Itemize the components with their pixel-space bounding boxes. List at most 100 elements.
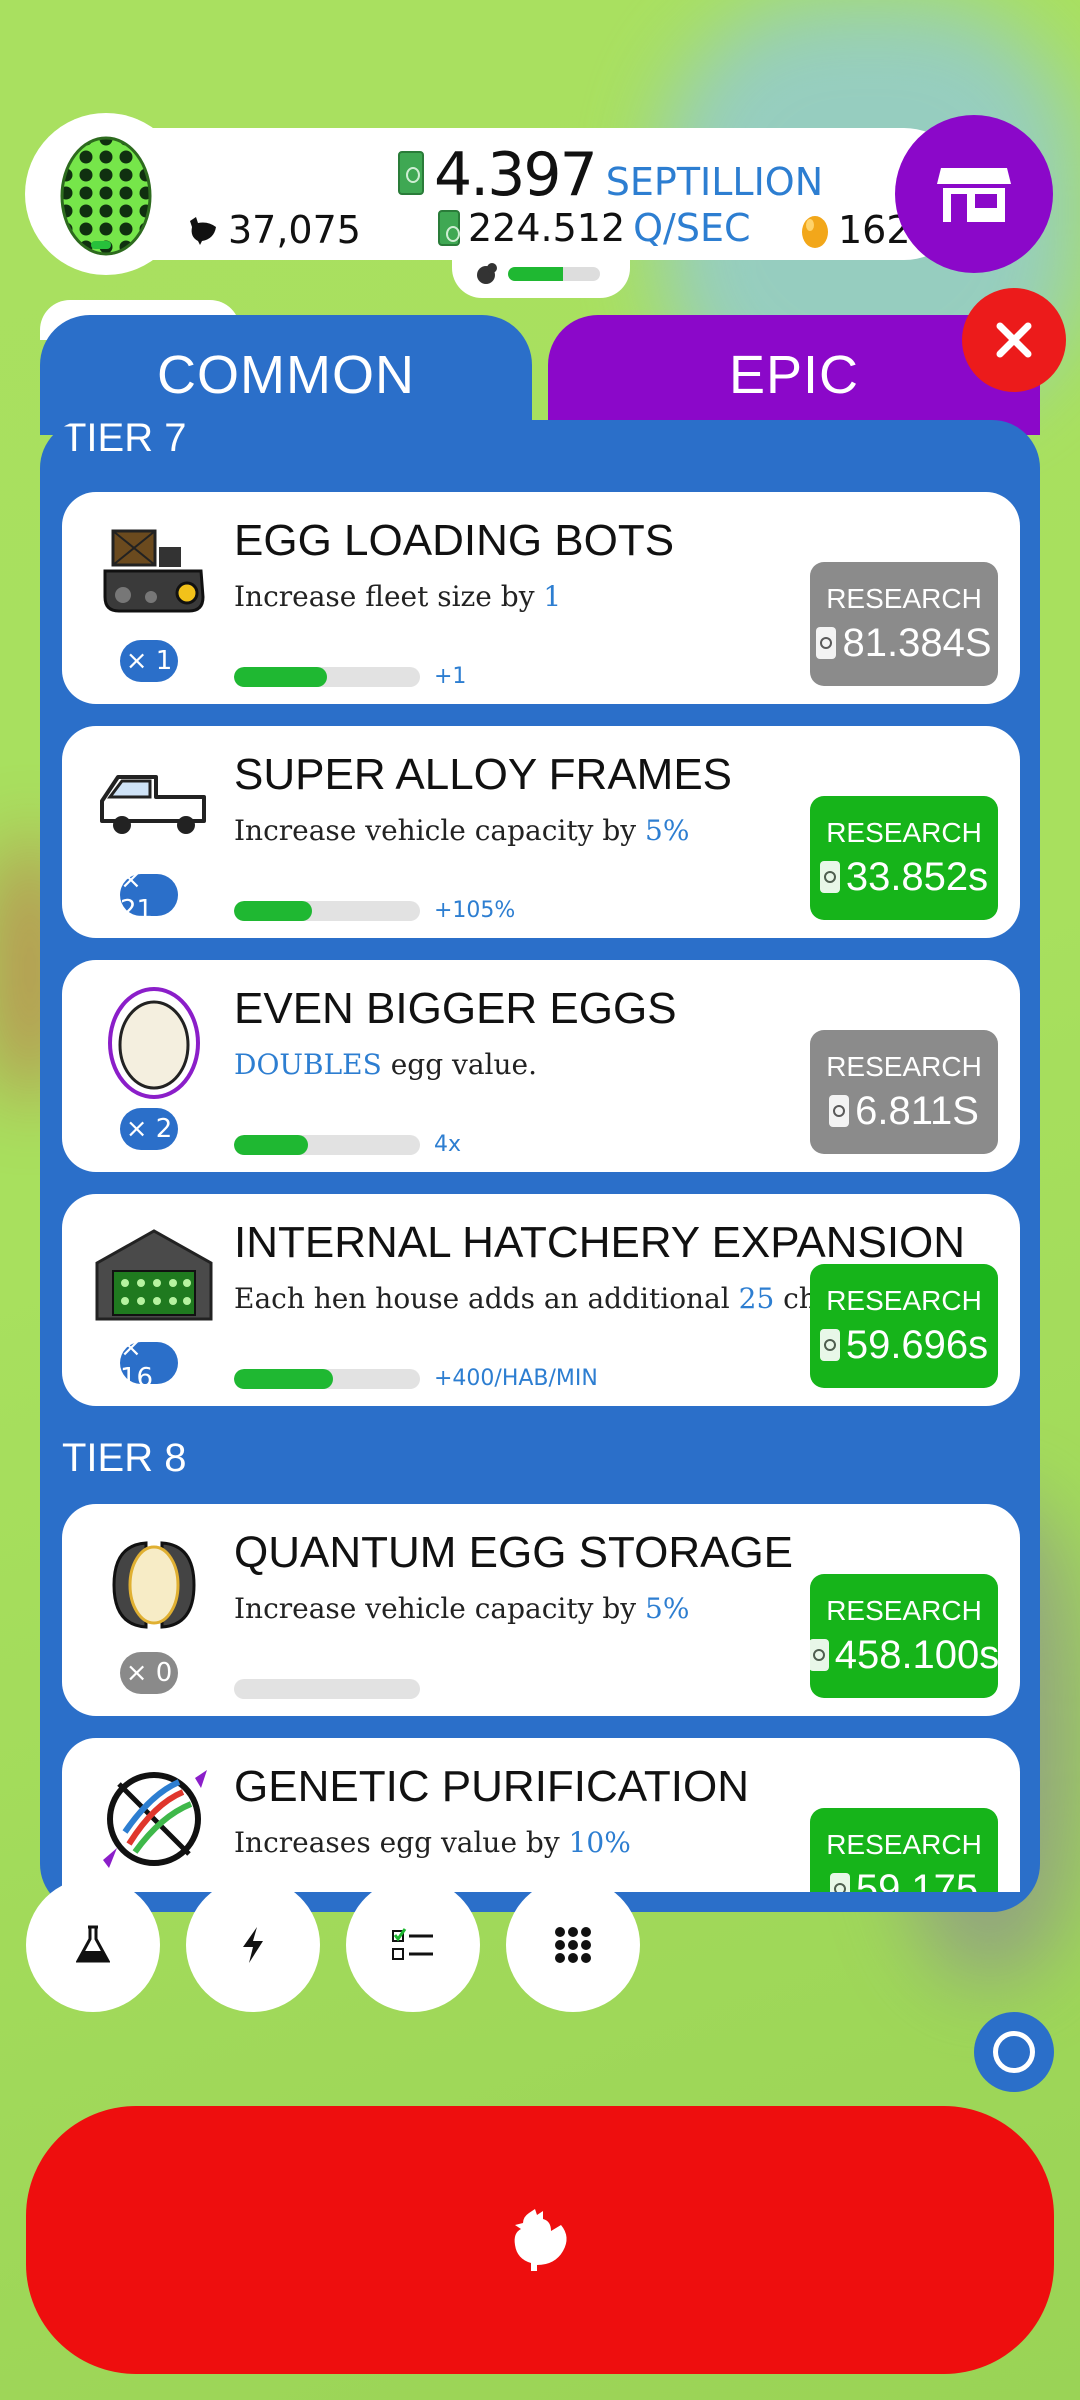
research-cost: 59.175 [855, 1866, 979, 1893]
truck-bot-icon [94, 518, 214, 628]
research-card-even-bigger-eggs: × 2 EVEN BIGGER EGGS DOUBLES egg value. … [62, 960, 1020, 1172]
research-cost: 458.100s [834, 1632, 1000, 1677]
earning-rate-unit: Q/SEC [633, 206, 751, 250]
research-button-label: RESEARCH [826, 1284, 982, 1316]
missions-button[interactable] [346, 1878, 480, 2012]
golden-eggs: 162 [800, 208, 911, 252]
research-title: EVEN BIGGER EGGS [234, 984, 677, 1033]
cash-icon [398, 151, 424, 195]
research-bonus: +1 [434, 664, 467, 689]
research-cost: 81.384S [842, 620, 992, 665]
earning-rate: 224.512 Q/SEC [438, 206, 751, 250]
flask-icon [76, 1925, 110, 1963]
fusion-egg-icon [60, 136, 152, 256]
research-progress-fill [234, 1369, 333, 1389]
circle-icon [993, 2031, 1035, 2073]
research-card-internal-hatchery-expansion: × 16 INTERNAL HATCHERY EXPANSION Each he… [62, 1194, 1020, 1406]
hatch-progress-track [508, 267, 600, 281]
current-egg-button[interactable] [25, 113, 187, 275]
research-card-genetic-purification: GENETIC PURIFICATION Increases egg value… [62, 1738, 1020, 1892]
cash-icon [819, 1329, 840, 1361]
research-description: Increase vehicle capacity by 5% [234, 1592, 690, 1625]
hatch-chicken-button[interactable] [26, 2106, 1054, 2374]
cash-icon [816, 627, 837, 659]
chick-icon [477, 263, 497, 284]
research-level-badge: × 0 [120, 1652, 178, 1694]
research-button-label: RESEARCH [826, 1828, 982, 1860]
research-card-super-alloy-frames: × 21 SUPER ALLOY FRAMES Increase vehicle… [62, 726, 1020, 938]
research-description: Increases egg value by 10% [234, 1826, 631, 1859]
tab-common[interactable]: COMMON [40, 315, 532, 435]
checklist-icon [392, 1928, 433, 1960]
research-progress-bar [234, 1369, 420, 1389]
boosts-button[interactable] [186, 1878, 320, 2012]
research-card-quantum-egg-storage: × 0 QUANTUM EGG STORAGE Increase vehicle… [62, 1504, 1020, 1716]
research-description: DOUBLES egg value. [234, 1048, 537, 1081]
dna-icon [94, 1764, 214, 1874]
research-button[interactable]: RESEARCH 81.384S [810, 562, 998, 686]
research-title: INTERNAL HATCHERY EXPANSION [234, 1218, 966, 1267]
research-bonus: 4x [434, 1132, 462, 1157]
research-cost: 6.811S [855, 1088, 979, 1133]
camera-toggle-button[interactable] [974, 2012, 1054, 2092]
research-button-label: RESEARCH [826, 1594, 982, 1626]
research-bonus: +105% [434, 898, 516, 923]
money-display: 4.397 SEPTILLION [398, 140, 823, 210]
shop-icon [937, 168, 1011, 222]
close-button[interactable] [962, 288, 1066, 392]
cash-icon [808, 1639, 829, 1671]
research-bonus: +400/HAB/MIN [434, 1366, 598, 1391]
shop-button[interactable] [895, 115, 1053, 273]
research-button[interactable]: RESEARCH 458.100s [808, 1574, 1000, 1698]
money-unit: SEPTILLION [605, 160, 824, 204]
research-progress-bar [234, 1135, 420, 1155]
hatch-progress [452, 250, 630, 298]
cash-icon [829, 1873, 850, 1892]
research-level-badge: × 1 [120, 640, 178, 682]
chicken-icon [190, 217, 216, 245]
research-button[interactable]: RESEARCH 59.175 [810, 1808, 998, 1892]
hatchery-icon [94, 1220, 214, 1330]
tier-label: TIER 7 [62, 420, 187, 460]
research-list[interactable]: TIER 7 × 1 EGG LOADING BOTS Increase fle… [40, 420, 1040, 1892]
research-menu-button[interactable] [26, 1878, 160, 2012]
cash-icon [829, 1095, 850, 1127]
research-progress-fill [234, 901, 313, 921]
research-button[interactable]: RESEARCH 59.696s [810, 1264, 998, 1388]
money-value: 4.397 [434, 140, 598, 210]
research-button-label: RESEARCH [826, 1050, 982, 1082]
earning-rate-value: 224.512 [468, 206, 626, 250]
research-progress-bar [234, 667, 420, 687]
research-card-egg-loading-bots: × 1 EGG LOADING BOTS Increase fleet size… [62, 492, 1020, 704]
more-menu-button[interactable] [506, 1878, 640, 2012]
chicken-icon [514, 2209, 567, 2271]
research-title: QUANTUM EGG STORAGE [234, 1528, 794, 1577]
research-button-label: RESEARCH [826, 582, 982, 614]
cash-icon [438, 210, 460, 246]
chicken-count-value: 37,075 [228, 208, 361, 252]
research-level-badge: × 16 [120, 1333, 178, 1393]
truck-frame-icon [94, 752, 214, 862]
research-progress-bar [234, 1679, 420, 1699]
research-button[interactable]: RESEARCH 33.852s [810, 796, 998, 920]
hatch-progress-fill [508, 267, 564, 281]
research-level-badge: × 21 [120, 865, 178, 925]
research-description: Increase fleet size by 1 [234, 580, 562, 613]
tab-epic-label: EPIC [728, 345, 860, 405]
grid-icon [555, 1927, 591, 1963]
research-button[interactable]: RESEARCH 6.811S [810, 1030, 998, 1154]
quantum-egg-icon [94, 1530, 214, 1640]
research-panel[interactable]: TIER 7 × 1 EGG LOADING BOTS Increase fle… [40, 420, 1040, 1912]
cash-icon [819, 861, 840, 893]
research-cost: 59.696s [845, 1322, 989, 1367]
research-progress-fill [234, 667, 327, 687]
research-description: Increase vehicle capacity by 5% [234, 814, 690, 847]
lightning-icon [243, 1927, 263, 1963]
close-icon [996, 322, 1032, 358]
egg-indicator [91, 241, 111, 249]
research-progress-bar [234, 901, 420, 921]
research-title: SUPER ALLOY FRAMES [234, 750, 733, 799]
big-egg-icon [94, 986, 214, 1099]
research-cost: 33.852s [845, 854, 989, 899]
research-title: EGG LOADING BOTS [234, 516, 675, 565]
